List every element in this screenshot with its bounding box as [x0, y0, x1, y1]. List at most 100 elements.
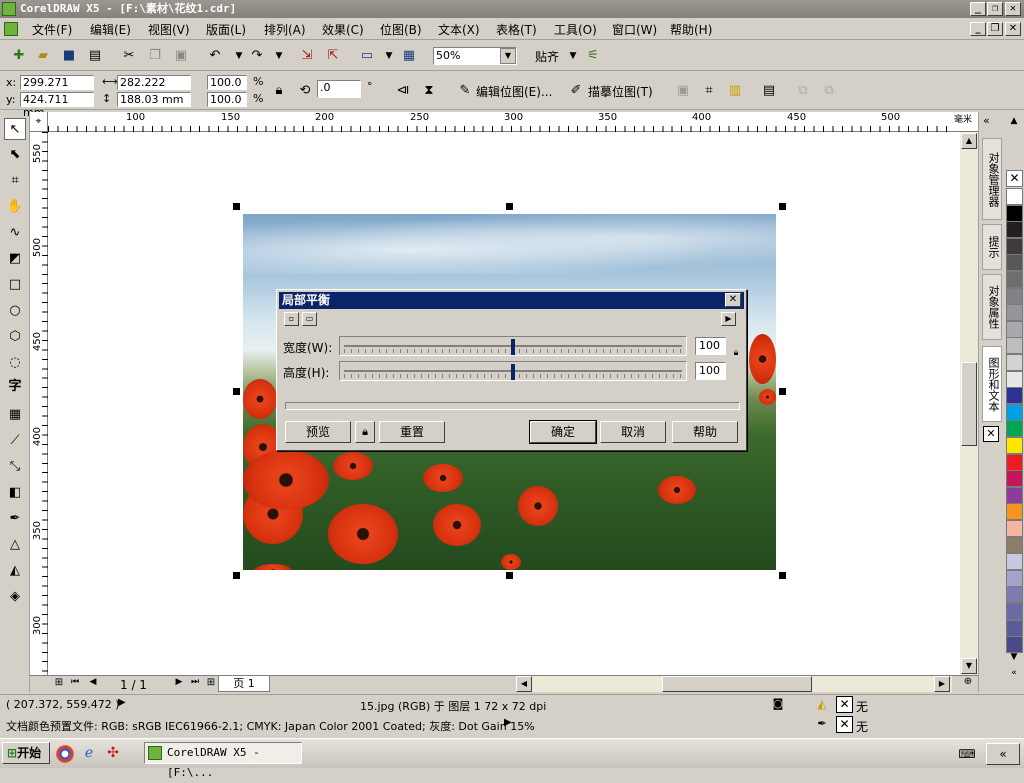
mirror-vertical-icon[interactable]: ⧗	[418, 80, 440, 102]
internet-explorer-icon[interactable]: ℯ	[80, 745, 98, 763]
single-preview-icon[interactable]: ▫	[284, 312, 299, 326]
taskbar-coreldraw-item[interactable]: CorelDRAW X5 - [F:\...	[144, 742, 302, 779]
selection-handle-n[interactable]	[506, 203, 513, 210]
launcher-dropdown-icon[interactable]: ▼	[378, 45, 400, 67]
palette-swatch[interactable]	[1006, 486, 1023, 504]
save-icon[interactable]: ■	[58, 45, 80, 67]
keyboard-tray-icon[interactable]: ⌨	[958, 747, 976, 761]
docker-collapse-icon[interactable]: «	[983, 114, 990, 127]
palette-swatch[interactable]	[1006, 188, 1023, 205]
preview-button[interactable]: 预览	[285, 421, 351, 443]
bitmap-info-icon[interactable]: ◙	[770, 697, 786, 713]
menu-bitmaps[interactable]: 位图(B)	[380, 21, 422, 38]
shape-tool-icon[interactable]: ⬉	[4, 144, 26, 166]
trace-bitmap-button[interactable]: 描摹位图(T)	[588, 83, 653, 100]
docker-tab-shape-and-text[interactable]: 图形和文本	[982, 346, 1002, 422]
expand-preview-icon[interactable]: ▶	[721, 312, 736, 326]
x-position-input[interactable]: 299.271 mm	[20, 75, 94, 102]
rectangle-tool-icon[interactable]: □	[4, 274, 26, 296]
ok-button[interactable]: 确定	[529, 420, 597, 444]
doc-restore-button[interactable]: ❐	[987, 22, 1003, 36]
dimension-tool-icon[interactable]: ⟋	[4, 430, 26, 452]
height-value-input[interactable]: 100	[695, 362, 726, 380]
selection-handle-s[interactable]	[506, 572, 513, 579]
menu-effects[interactable]: 效果(C)	[322, 21, 364, 38]
welcome-screen-icon[interactable]: ▦	[398, 45, 420, 67]
vertical-scroll-thumb[interactable]	[961, 362, 977, 446]
basic-shapes-tool-icon[interactable]: ◌	[4, 352, 26, 374]
menu-help[interactable]: 帮助(H)	[670, 21, 712, 38]
palette-swatch[interactable]	[1006, 437, 1023, 454]
status-expand-icon[interactable]: ▶	[118, 697, 126, 708]
scroll-up-icon[interactable]: ▲	[961, 133, 977, 149]
menu-file[interactable]: 文件(F)	[32, 21, 72, 38]
horizontal-ruler[interactable]: 100 150 200 250 300 350 400 450 500 毫米	[48, 112, 978, 132]
palette-scroll-up-icon[interactable]: ▲	[1008, 116, 1020, 130]
horizontal-scroll-thumb[interactable]	[662, 676, 812, 692]
palette-swatch[interactable]	[1006, 204, 1023, 222]
zoom-dropdown-icon[interactable]: ▼	[500, 48, 516, 64]
outline-none-swatch-icon[interactable]: ✕	[836, 716, 853, 733]
palette-swatch[interactable]	[1006, 237, 1023, 255]
palette-swatch[interactable]	[1006, 520, 1023, 537]
export-icon[interactable]: ⇱	[322, 45, 344, 67]
start-button[interactable]: ⊞开始	[2, 742, 50, 764]
width-value-input[interactable]: 100	[695, 337, 726, 355]
docker-tab-object-manager[interactable]: 对象管理器	[982, 138, 1002, 220]
scale-width-input[interactable]: 100.0	[207, 75, 247, 90]
height-slider[interactable]	[339, 361, 687, 381]
horizontal-scrollbar[interactable]: ◀ ▶	[516, 676, 952, 692]
close-button[interactable]: ✕	[1005, 2, 1021, 16]
help-button[interactable]: 帮助	[672, 421, 738, 443]
wrap-text-icon[interactable]: ▤	[758, 80, 780, 102]
width-input[interactable]: 282.222 mm	[117, 75, 191, 102]
edit-bitmap-button[interactable]: 编辑位图(E)...	[476, 83, 552, 100]
to-front-icon[interactable]: ⧉	[792, 80, 814, 102]
palette-swatch[interactable]	[1006, 619, 1023, 637]
palette-swatch[interactable]	[1006, 553, 1023, 571]
palette-swatch[interactable]	[1006, 636, 1023, 654]
palette-swatch[interactable]	[1006, 453, 1023, 471]
menu-window[interactable]: 窗口(W)	[612, 21, 657, 38]
palette-scroll-down-icon[interactable]: ▼	[1008, 652, 1020, 666]
profile-expand-icon[interactable]: ▶	[504, 717, 512, 728]
palette-swatch[interactable]	[1006, 221, 1023, 239]
undo-icon[interactable]: ↶	[204, 45, 226, 67]
table-tool-icon[interactable]: ▦	[4, 404, 26, 426]
ellipse-tool-icon[interactable]: ○	[4, 300, 26, 322]
menu-text[interactable]: 文本(X)	[438, 21, 480, 38]
palette-swatch[interactable]	[1006, 536, 1023, 554]
import-icon[interactable]: ⇲	[296, 45, 318, 67]
polygon-tool-icon[interactable]: ⬡	[4, 326, 26, 348]
ruler-origin-icon[interactable]: ⌖	[30, 112, 48, 132]
palette-swatch[interactable]	[1006, 603, 1023, 620]
doc-minimize-button[interactable]: _	[970, 22, 986, 36]
preview-lock-icon[interactable]: 🔒︎	[355, 421, 375, 443]
navigator-zoom-icon[interactable]: ⊕	[960, 676, 976, 692]
mirror-horizontal-icon[interactable]: ⧏	[392, 80, 414, 102]
add-page-before-icon[interactable]: ⊞	[52, 677, 66, 691]
palette-swatch[interactable]	[1006, 403, 1023, 421]
reset-button[interactable]: 重置	[379, 421, 445, 443]
palette-swatch[interactable]	[1006, 470, 1023, 488]
link-values-lock-icon[interactable]: 🔒︎	[731, 348, 741, 368]
selection-handle-se[interactable]	[779, 572, 786, 579]
cancel-button[interactable]: 取消	[600, 421, 666, 443]
pick-tool-icon[interactable]: ↖	[4, 118, 26, 140]
menu-layout[interactable]: 版面(L)	[206, 21, 246, 38]
palette-swatch[interactable]	[1006, 254, 1023, 272]
pan-tool-icon[interactable]: ✋	[4, 196, 26, 218]
palette-swatch[interactable]	[1006, 387, 1023, 405]
redo-icon[interactable]: ↷	[246, 45, 268, 67]
document-color-profile[interactable]: 文档颜色预置文件: RGB: sRGB IEC61966-2.1; CMYK: …	[6, 718, 535, 734]
menu-view[interactable]: 视图(V)	[148, 21, 190, 38]
palette-swatch[interactable]	[1006, 420, 1023, 438]
minimize-button[interactable]: _	[970, 2, 986, 16]
width-slider[interactable]	[339, 336, 687, 356]
scroll-down-icon[interactable]: ▼	[961, 658, 977, 674]
crop-tool-icon[interactable]: ⌗	[4, 170, 26, 192]
palette-swatch[interactable]	[1006, 370, 1023, 388]
doc-close-button[interactable]: ✕	[1005, 22, 1021, 36]
page-tab-1[interactable]: 页 1	[218, 676, 270, 692]
palette-swatch[interactable]	[1006, 271, 1023, 288]
